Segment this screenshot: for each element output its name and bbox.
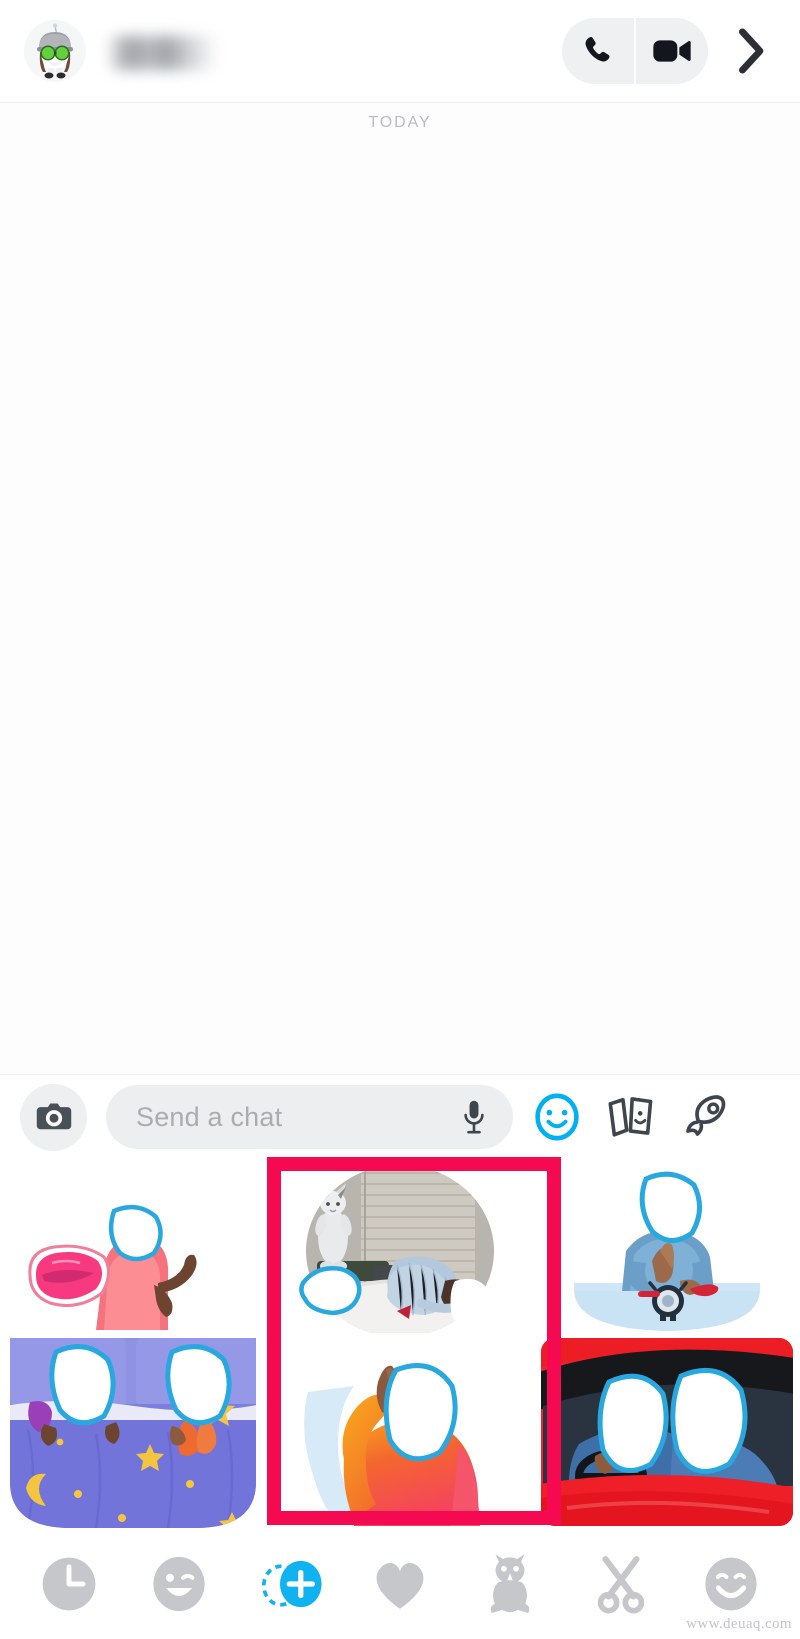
bitmoji-avatar-icon (37, 23, 73, 79)
cameo-cards-icon (608, 1097, 653, 1137)
sticker-nav-stickers[interactable] (693, 1546, 769, 1622)
sticker-nav-recent[interactable] (31, 1546, 107, 1622)
sticker-item-lips-kiss-cameo[interactable] (0, 1163, 267, 1334)
sticker-nav-cutouts[interactable] (583, 1546, 659, 1622)
scissors-icon (597, 1556, 644, 1614)
smiley-icon (705, 1557, 757, 1611)
chat-screen: TODAY Send a chat www.deuaq.com (0, 0, 800, 1639)
sticker-category-nav: www.deuaq.com (0, 1529, 800, 1639)
sticker-item-alarm-clock-desk-cameo[interactable] (533, 1163, 800, 1334)
video-camera-icon (653, 40, 691, 62)
date-divider: TODAY (368, 114, 432, 131)
alarm-clock-cameo-image (573, 1171, 760, 1331)
site-watermark: www.deuaq.com (686, 1616, 792, 1632)
chevron-right-icon (739, 28, 764, 74)
sticker-picker-button[interactable] (527, 1087, 587, 1147)
wink-smiley-icon (153, 1556, 205, 1612)
rocket-icon (686, 1095, 726, 1136)
sticker-item-sleeping-couple-cameo[interactable] (0, 1334, 267, 1529)
chat-input-field[interactable]: Send a chat (106, 1085, 513, 1149)
contact-name[interactable] (108, 36, 218, 70)
games-rocket-button[interactable] (675, 1087, 735, 1147)
voice-call-button[interactable] (562, 18, 634, 84)
red-car-cameo-image (540, 1337, 793, 1526)
cat-bed-cameo-image (299, 1164, 502, 1333)
call-buttons-group (562, 18, 708, 84)
chat-header (0, 0, 800, 103)
camera-button[interactable] (20, 1083, 87, 1151)
cameos-button[interactable] (601, 1087, 661, 1147)
sticker-panel (0, 1157, 800, 1529)
clock-icon (42, 1557, 96, 1611)
pointing-up-cameo-image (304, 1362, 480, 1526)
sticker-item-red-car-cameo[interactable] (533, 1334, 800, 1529)
avatar[interactable] (24, 20, 86, 82)
sticker-nav-favorites[interactable] (362, 1546, 438, 1622)
bitmoji-icon (490, 1554, 530, 1613)
sticker-item-cat-bed-cameo[interactable] (266, 1157, 561, 1525)
voice-note-button[interactable] (457, 1100, 491, 1134)
camera-icon (36, 1103, 71, 1130)
sticker-nav-emoji[interactable] (141, 1546, 217, 1622)
sticker-item-pointing-up-cameo[interactable] (267, 1334, 534, 1529)
sticker-nav-create[interactable] (252, 1546, 328, 1622)
chat-input-bar: Send a chat (0, 1074, 800, 1159)
chat-input-placeholder: Send a chat (136, 1101, 283, 1132)
sticker-grid (0, 1157, 800, 1529)
microphone-icon (464, 1100, 484, 1134)
video-call-button[interactable] (636, 18, 708, 84)
open-profile-chevron[interactable] (730, 25, 774, 77)
conversation-area: TODAY (0, 103, 800, 1074)
lips-kiss-cameo-image (28, 1204, 197, 1330)
heart-icon (376, 1562, 424, 1609)
sleeping-couple-cameo-image (10, 1338, 257, 1528)
message-list (0, 132, 800, 1074)
sticker-nav-bitmoji[interactable] (472, 1546, 548, 1622)
phone-icon (585, 36, 610, 62)
plus-face-icon (261, 1560, 322, 1608)
smiley-face-icon (535, 1093, 579, 1141)
